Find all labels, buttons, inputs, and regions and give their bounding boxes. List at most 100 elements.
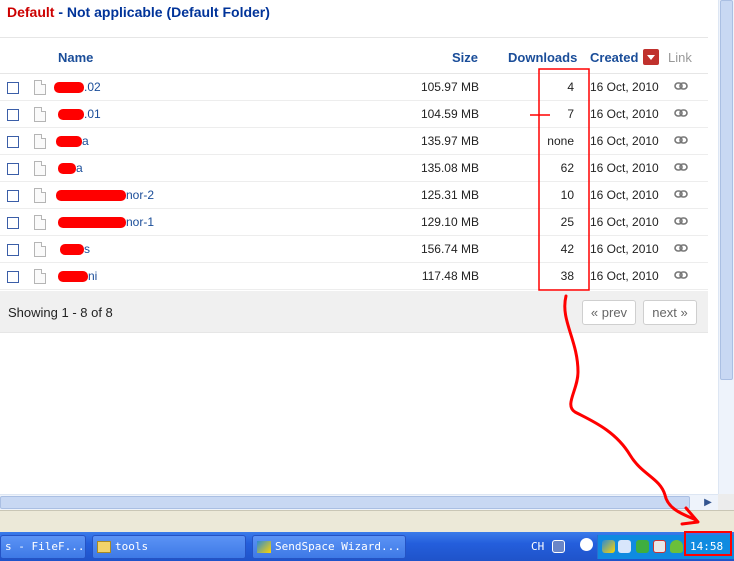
redaction-mark xyxy=(54,82,84,93)
taskbar-item-label: s - FileF... xyxy=(5,540,85,553)
file-size: 105.97 MB xyxy=(420,80,479,94)
table-row: .02 105.97 MB 4 16 Oct, 2010 xyxy=(0,74,708,101)
shield-icon[interactable] xyxy=(670,540,683,553)
redaction-mark xyxy=(58,163,76,174)
file-name[interactable]: .01 xyxy=(84,107,101,121)
row-checkbox[interactable] xyxy=(7,244,19,256)
sendspace-icon xyxy=(257,541,271,553)
file-icon xyxy=(34,188,46,203)
column-downloads[interactable]: Downloads xyxy=(508,50,577,65)
row-checkbox[interactable] xyxy=(7,136,19,148)
file-icon xyxy=(34,242,46,257)
row-checkbox[interactable] xyxy=(7,217,19,229)
chain-link-icon[interactable] xyxy=(674,81,688,91)
redaction-mark xyxy=(56,136,82,147)
input-method-icon[interactable] xyxy=(552,540,565,553)
file-created: 16 Oct, 2010 xyxy=(590,242,659,256)
file-icon xyxy=(34,80,46,95)
file-created: 16 Oct, 2010 xyxy=(590,107,659,121)
network-icon[interactable] xyxy=(618,540,631,553)
column-link: Link xyxy=(668,50,692,65)
sendspace-tray-icon[interactable] xyxy=(602,540,615,553)
clock-highlight-box xyxy=(684,531,732,556)
horizontal-scroll-thumb[interactable] xyxy=(0,496,690,509)
file-downloads: 62 xyxy=(560,161,574,175)
chain-link-icon[interactable] xyxy=(674,216,688,226)
redaction-mark xyxy=(56,190,126,201)
row-checkbox[interactable] xyxy=(7,109,19,121)
table-row: nor-1 129.10 MB 25 16 Oct, 2010 xyxy=(0,209,708,236)
file-size: 125.31 MB xyxy=(420,188,479,202)
folder-icon xyxy=(97,541,111,553)
table-row: a 135.97 MB none 16 Oct, 2010 xyxy=(0,128,708,155)
file-icon xyxy=(34,215,46,230)
folder-title: Default - Not applicable (Default Folder… xyxy=(7,4,270,20)
folder-description: - Not applicable (Default Folder) xyxy=(54,4,270,20)
file-name[interactable]: nor-2 xyxy=(126,188,154,202)
file-size: 156.74 MB xyxy=(420,242,479,256)
file-name[interactable]: a xyxy=(76,161,83,175)
file-downloads: 10 xyxy=(560,188,574,202)
file-name[interactable]: a xyxy=(82,134,89,148)
file-created: 16 Oct, 2010 xyxy=(590,269,659,283)
column-created[interactable]: Created xyxy=(590,50,638,65)
folder-bar: Default - Not applicable (Default Folder… xyxy=(0,0,708,38)
green-tray-icon[interactable] xyxy=(636,540,649,553)
table-footer: Showing 1 - 8 of 8 « prev next » xyxy=(0,291,708,333)
row-checkbox[interactable] xyxy=(7,190,19,202)
column-size[interactable]: Size xyxy=(452,50,478,65)
file-manager-page: Default - Not applicable (Default Folder… xyxy=(0,0,708,494)
file-icon xyxy=(34,269,46,284)
file-size: 135.08 MB xyxy=(420,161,479,175)
scrollbar-corner xyxy=(718,494,734,510)
chain-link-icon[interactable] xyxy=(674,162,688,172)
file-size: 129.10 MB xyxy=(420,215,479,229)
file-name[interactable]: .02 xyxy=(84,80,101,94)
file-downloads: 4 xyxy=(567,80,574,94)
file-created: 16 Oct, 2010 xyxy=(590,188,659,202)
file-downloads: none xyxy=(547,134,574,148)
file-name[interactable]: ni xyxy=(88,269,97,283)
table-header: Name Size Downloads Created Link xyxy=(0,44,708,74)
chain-link-icon[interactable] xyxy=(674,135,688,145)
row-checkbox[interactable] xyxy=(7,163,19,175)
taskbar: s - FileF... tools SendSpace Wizard... C… xyxy=(0,532,734,561)
prev-page-button[interactable]: « prev xyxy=(582,300,636,325)
showing-count: Showing 1 - 8 of 8 xyxy=(8,305,113,320)
redaction-mark xyxy=(58,109,84,120)
scroll-right-arrow-icon[interactable]: ▶ xyxy=(700,495,716,510)
tray-collapse-icon[interactable] xyxy=(580,538,593,551)
chain-link-icon[interactable] xyxy=(674,243,688,253)
security-tray-icon[interactable] xyxy=(653,540,666,553)
redaction-mark xyxy=(58,217,126,228)
file-icon xyxy=(34,107,46,122)
next-page-button[interactable]: next » xyxy=(643,300,697,325)
vertical-scroll-thumb[interactable] xyxy=(720,0,733,380)
row-checkbox[interactable] xyxy=(7,82,19,94)
vertical-scrollbar[interactable] xyxy=(718,0,734,494)
language-indicator[interactable]: CH xyxy=(531,540,544,553)
sort-desc-icon[interactable] xyxy=(643,49,659,65)
taskbar-item-label: tools xyxy=(115,540,149,553)
status-bar xyxy=(0,510,734,532)
column-name[interactable]: Name xyxy=(58,50,93,65)
taskbar-item-label: SendSpace Wizard... xyxy=(275,540,401,553)
file-downloads: 25 xyxy=(560,215,574,229)
file-name[interactable]: nor-1 xyxy=(126,215,154,229)
file-icon xyxy=(34,161,46,176)
chain-link-icon[interactable] xyxy=(674,189,688,199)
taskbar-item-tools[interactable]: tools xyxy=(92,535,246,559)
horizontal-scrollbar[interactable]: ▶ xyxy=(0,494,718,510)
row-checkbox[interactable] xyxy=(7,271,19,283)
file-downloads: 38 xyxy=(560,269,574,283)
table-row: nor-2 125.31 MB 10 16 Oct, 2010 xyxy=(0,182,708,209)
table-row: s 156.74 MB 42 16 Oct, 2010 xyxy=(0,236,708,263)
taskbar-item-filefactory[interactable]: s - FileF... xyxy=(0,535,86,559)
taskbar-item-sendspace[interactable]: SendSpace Wizard... xyxy=(252,535,406,559)
chain-link-icon[interactable] xyxy=(674,270,688,280)
table-row: .01 104.59 MB 7 16 Oct, 2010 xyxy=(0,101,708,128)
file-name[interactable]: s xyxy=(84,242,90,256)
file-icon xyxy=(34,134,46,149)
chain-link-icon[interactable] xyxy=(674,108,688,118)
table-row: a 135.08 MB 62 16 Oct, 2010 xyxy=(0,155,708,182)
